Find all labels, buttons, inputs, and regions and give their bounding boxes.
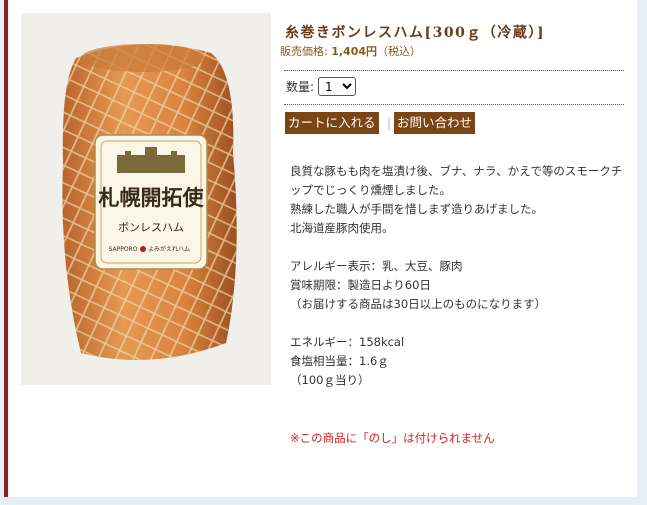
expiry-note: （お届けする商品は30日以上のものになります）: [290, 297, 547, 311]
product-title: 糸巻きボンレスハム[300ｇ（冷蔵）]: [285, 25, 545, 41]
product-image: 札幌開拓使 ボンレスハム SAPPORO よみがえれハム: [21, 13, 271, 385]
price-amount: 1,404円: [331, 45, 378, 58]
noshi-notice: ※この商品に「のし」は付けられません: [290, 431, 495, 445]
quantity-label: 数量:: [286, 80, 315, 94]
energy-info: エネルギー：158kcal: [290, 335, 405, 349]
price-label: 販売価格:: [280, 45, 328, 58]
price-tax-note: （税込）: [377, 45, 422, 58]
quantity-select[interactable]: 1: [318, 77, 357, 96]
salt-info: 食塩相当量：1.6ｇ: [290, 354, 389, 368]
accent-bar: [4, 0, 8, 497]
divider: [284, 70, 624, 71]
page-edge: [637, 0, 647, 505]
expiry-info: 賞味期限：製造日より60日: [290, 278, 431, 292]
photo-label-brand: SAPPORO: [109, 246, 138, 253]
photo-label-sub: ボンレスハム: [118, 221, 184, 234]
add-to-cart-button[interactable]: カートに入れる: [285, 112, 379, 134]
ham-illustration: 札幌開拓使 ボンレスハム SAPPORO よみがえれハム: [62, 44, 237, 361]
divider: [284, 104, 624, 105]
product-description: 良質な豚もも肉を塩漬け後、ブナ、ナラ、かえで等のスモークチップでじっくり燻煙しま…: [290, 162, 625, 390]
description-line: 熟練した職人が手間を惜しまず造りあげました。: [290, 202, 543, 216]
description-line: 北海道産豚肉使用。: [290, 221, 394, 235]
allergy-info: アレルギー表示：乳、大豆、豚肉: [290, 259, 463, 273]
photo-label-maker: よみがえれハム: [148, 245, 190, 253]
price-row: 販売価格: 1,404円（税込）: [280, 43, 421, 59]
inquiry-button[interactable]: お問い合わせ: [394, 112, 476, 134]
quantity-row: 数量: 1: [286, 77, 357, 96]
photo-label-main: 札幌開拓使: [98, 185, 205, 210]
button-separator: |: [387, 116, 392, 130]
nutrition-note: （100ｇ当り）: [290, 373, 370, 387]
description-line: 良質な豚もも肉を塩漬け後、ブナ、ナラ、かえで等のスモークチップでじっくり燻煙しま…: [290, 164, 623, 197]
